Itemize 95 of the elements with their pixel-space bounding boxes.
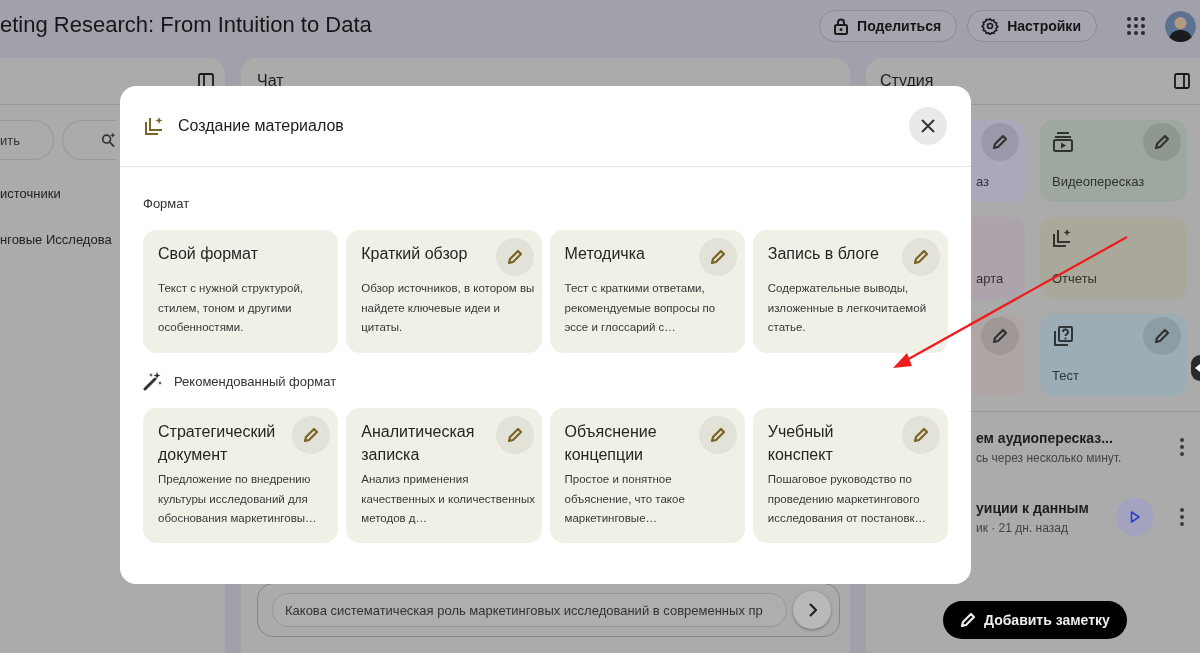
card-title: Свой формат (158, 244, 259, 264)
format-card[interactable]: Объяснение концепции Простое и понятное объяснение, что такое маркетинговые… (549, 408, 745, 543)
question-stack-icon (1052, 325, 1074, 347)
side-handle-icon[interactable] (1191, 355, 1200, 381)
more-icon[interactable] (1180, 438, 1184, 456)
card-title: Краткий обзор (361, 244, 469, 264)
share-button[interactable]: Поделиться (819, 10, 958, 42)
format-card[interactable]: Методичка Тест с краткими ответами, рекомендуемые вопросы по эссе и глоссарий с… (549, 230, 745, 353)
chevron-right-icon (807, 603, 817, 617)
studio-tile[interactable] (972, 314, 1025, 396)
format-card[interactable]: Запись в блоге Содержательные выводы, изложенные в легкочитаемой статье. (752, 230, 948, 353)
card-title: Объяснение концепции (564, 422, 658, 465)
sparkle-stack-icon (1052, 228, 1072, 248)
edit-button[interactable] (902, 416, 940, 454)
pencil-icon (709, 249, 726, 265)
edit-button[interactable] (292, 416, 331, 454)
pencil-icon (303, 427, 320, 443)
pencil-icon (992, 328, 1008, 344)
note-subtitle: ик · 21 дн. назад (976, 520, 1069, 535)
tile-label: аз (976, 174, 991, 189)
tile-label: Видеопересказ (1052, 174, 1146, 189)
edit-button[interactable] (698, 238, 737, 276)
card-title: Методичка (564, 244, 646, 264)
play-icon (1130, 511, 1140, 523)
pencil-icon (913, 427, 929, 443)
card-description: Содержательные выводы, изложенные в легкочитаемой статье. (767, 281, 928, 335)
settings-icon (981, 17, 1000, 35)
lock-icon (833, 17, 850, 35)
card-description: Пошаговое руководство по проведению маркетингового исследования от постановк… (767, 472, 928, 526)
format-card[interactable]: Краткий обзор Обзор источников, в котором вы найдете ключевые идеи и цитаты. (346, 230, 542, 353)
pencil-icon (992, 134, 1008, 150)
sparkle-stack-icon (144, 116, 164, 136)
more-icon[interactable] (1180, 508, 1184, 526)
studio-tile[interactable]: арта (972, 217, 1025, 299)
send-button[interactable] (793, 591, 831, 629)
edit-button[interactable] (981, 123, 1019, 161)
card-description: Анализ применения качественных и количественных методов д… (361, 472, 536, 526)
close-icon (921, 119, 935, 133)
pencil-icon (960, 612, 976, 628)
format-card[interactable]: Учебный конспект Пошаговое руководство по проведению маркетингового исследования от постановк… (752, 408, 948, 543)
studio-tile[interactable]: аз (972, 120, 1025, 202)
edit-button[interactable] (495, 238, 534, 276)
apps-icon[interactable] (1127, 17, 1145, 35)
format-card[interactable]: Стратегический документ Предложение по внедрению культуры исследований для обоснования маркетинговы… (143, 408, 339, 543)
card-description: Простое и понятное объяснение, что такое маркетинговые… (564, 472, 686, 526)
card-title: Учебный конспект (767, 422, 835, 465)
format-card[interactable]: Свой формат Текст с нужной структурой, стилем, тоном и другими особенностями. (143, 230, 339, 353)
source-item[interactable]: нговые Исследова (0, 232, 112, 247)
card-description: Тест с краткими ответами, рекомендуемые вопросы по эссе и глоссарий с… (564, 281, 717, 335)
edit-button[interactable] (1143, 123, 1181, 161)
card-description: Обзор источников, в котором вы найдете ключевые идеи и цитаты. (361, 281, 536, 335)
note-title[interactable]: уиции к данным (976, 499, 1116, 516)
pencil-icon (1154, 328, 1170, 344)
close-button[interactable] (909, 107, 947, 145)
card-title: Запись в блоге (767, 244, 880, 264)
add-note-button[interactable]: Добавить заметку (943, 601, 1127, 639)
section-heading: Рекомендованный формат (174, 373, 337, 389)
collapse-panel-icon[interactable] (1174, 73, 1190, 89)
pencil-icon (709, 427, 726, 443)
section-heading: Формат (143, 195, 190, 211)
sparkle-search-icon (101, 132, 116, 148)
settings-button[interactable]: Настройки (967, 10, 1097, 42)
edit-button[interactable] (981, 317, 1019, 355)
edit-button[interactable] (1143, 317, 1181, 355)
format-card[interactable]: Аналитическая записка Анализ применения качественных и количественных методов д… (346, 408, 542, 543)
tile-label: Тест (1052, 368, 1080, 383)
pencil-icon (913, 249, 929, 265)
notebook-title: eting Research: From Intuition to Data (0, 12, 373, 38)
panel-title: Чат (257, 72, 284, 90)
studio-tile[interactable]: Тест (1040, 314, 1187, 396)
pencil-icon (1154, 134, 1170, 150)
suggestion-chip[interactable]: Какова систематическая роль маркетинговых исследований в современных пр (272, 593, 787, 627)
card-title: Стратегический документ (158, 422, 277, 465)
edit-button[interactable] (902, 238, 940, 276)
tile-label: арта (976, 271, 1005, 286)
discover-button[interactable] (62, 120, 116, 160)
avatar[interactable] (1165, 10, 1196, 42)
tile-label: Отчеты (1052, 271, 1098, 286)
source-item[interactable]: источники (0, 186, 61, 201)
note-subtitle: сь через несколько минут. (976, 450, 1123, 465)
studio-tile[interactable]: Видеопересказ (1040, 120, 1187, 202)
card-title: Аналитическая записка (361, 422, 476, 465)
add-source-button[interactable]: ить (0, 120, 54, 160)
studio-tile[interactable]: Отчеты (1040, 217, 1187, 299)
card-description: Предложение по внедрению культуры исследований для обоснования маркетинговы… (158, 472, 318, 526)
magic-wand-icon (143, 371, 163, 391)
dialog-title: Создание материалов (178, 117, 345, 135)
pencil-icon (506, 427, 523, 443)
play-button[interactable] (1116, 498, 1154, 536)
edit-button[interactable] (495, 416, 534, 454)
edit-button[interactable] (698, 416, 737, 454)
note-title[interactable]: ем аудиопересказ... (976, 429, 1176, 446)
video-stack-icon (1052, 131, 1074, 153)
pencil-icon (506, 249, 523, 265)
card-description: Текст с нужной структурой, стилем, тоном и другими особенностями. (158, 281, 304, 335)
